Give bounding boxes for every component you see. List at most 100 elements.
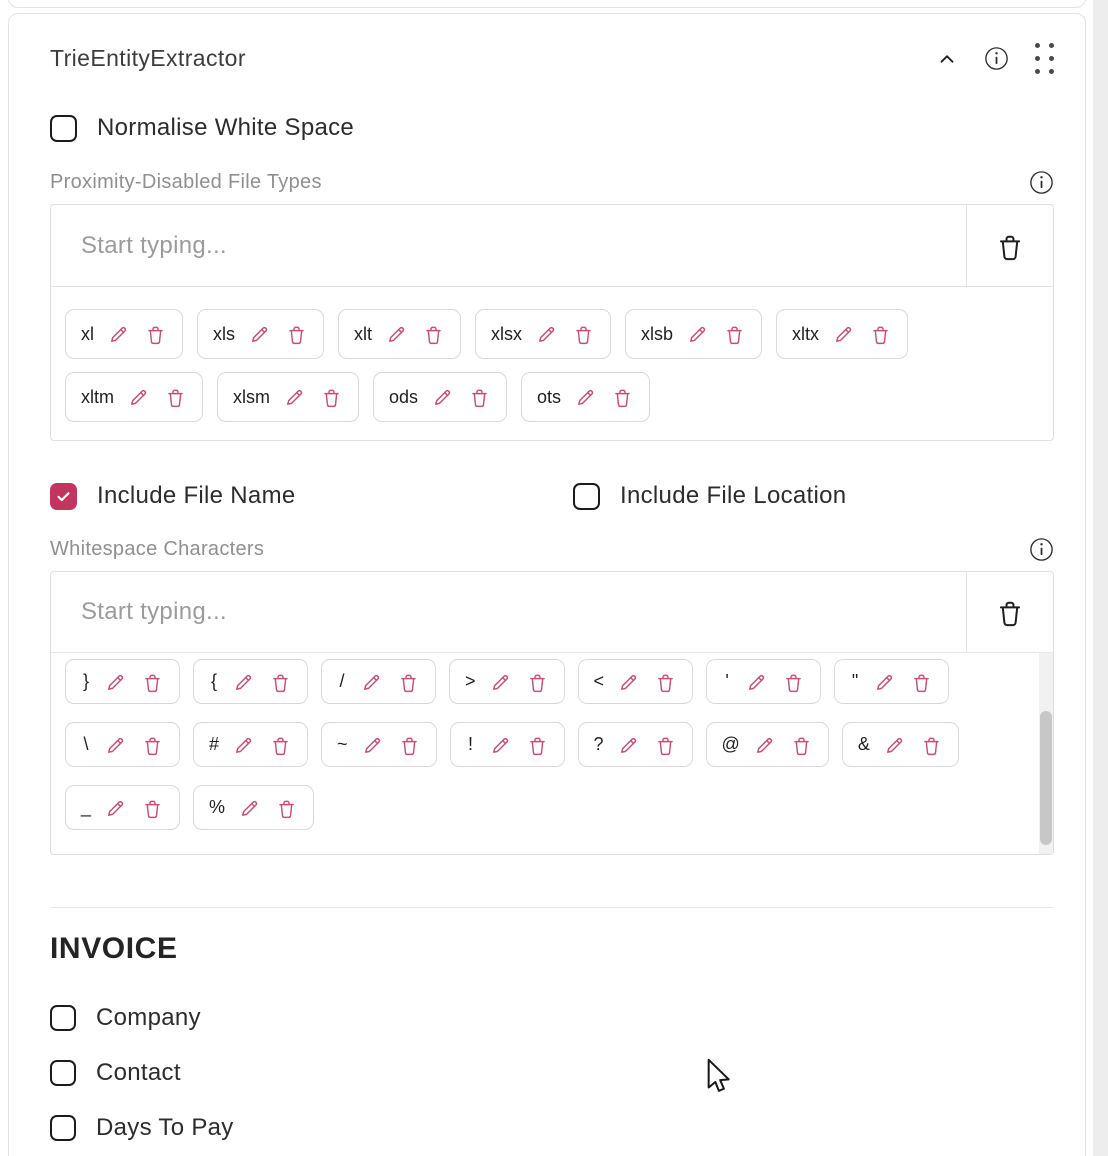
include-options-row: Include File Name Include File Location [50,482,1054,510]
edit-tag-pencil-icon[interactable] [686,322,710,346]
edit-tag-pencil-icon[interactable] [873,670,897,694]
tag-label: @ [722,734,740,755]
edit-tag-pencil-icon[interactable] [489,670,513,694]
edit-tag-pencil-icon[interactable] [360,670,384,694]
edit-tag-pencil-icon[interactable] [104,796,128,820]
edit-tag-pencil-icon[interactable] [232,670,256,694]
edit-tag-pencil-icon[interactable] [574,385,598,409]
delete-tag-trash-icon[interactable] [782,670,805,694]
include-file-name-row[interactable]: Include File Name [50,482,573,510]
tag-chip: ots [521,372,650,422]
invoice-checkbox[interactable] [50,1060,76,1086]
edit-tag-pencil-icon[interactable] [361,733,385,757]
tag-label: ! [466,734,476,755]
edit-tag-pencil-icon[interactable] [832,322,856,346]
file-types-tag-editor: xl xls [50,204,1054,441]
tag-chip: < [578,659,694,704]
edit-tag-pencil-icon[interactable] [248,322,272,346]
whitespace-input-row [51,572,1053,653]
delete-tag-trash-icon[interactable] [790,733,813,757]
delete-tag-trash-icon[interactable] [920,733,943,757]
edit-tag-pencil-icon[interactable] [238,796,262,820]
delete-tag-trash-icon[interactable] [468,385,491,409]
delete-tag-trash-icon[interactable] [269,733,292,757]
drag-handle-icon[interactable] [1035,43,1054,74]
delete-tag-trash-icon[interactable] [144,322,167,346]
edit-tag-pencil-icon[interactable] [617,670,641,694]
delete-tag-trash-icon[interactable] [654,670,677,694]
edit-tag-pencil-icon[interactable] [283,385,307,409]
tag-chip: % [193,785,314,830]
delete-tag-trash-icon[interactable] [526,670,549,694]
normalise-white-space-row[interactable]: Normalise White Space [50,114,1054,142]
include-file-name-checkbox[interactable] [50,483,77,510]
delete-tag-trash-icon[interactable] [910,670,933,694]
edit-tag-pencil-icon[interactable] [104,670,128,694]
edit-tag-pencil-icon[interactable] [431,385,455,409]
page-scrollbar[interactable] [1093,0,1108,1156]
edit-tag-pencil-icon[interactable] [127,385,151,409]
whitespace-tag-scroll-area: } { [51,653,1053,854]
delete-tag-trash-icon[interactable] [397,670,420,694]
tag-chip: > [449,659,565,704]
invoice-checkbox[interactable] [50,1115,76,1141]
tag-label: xlt [354,324,372,345]
tag-label: \ [81,734,91,755]
delete-tag-trash-icon[interactable] [654,733,677,757]
delete-tag-trash-icon[interactable] [422,322,445,346]
invoice-checkbox-row[interactable]: Days To Pay [50,1114,1054,1142]
edit-tag-pencil-icon[interactable] [753,733,777,757]
tag-label: ods [389,387,418,408]
delete-tag-trash-icon[interactable] [611,385,634,409]
delete-tag-trash-icon[interactable] [723,322,746,346]
delete-tag-trash-icon[interactable] [164,385,187,409]
tag-chip: & [842,722,959,767]
tag-label: _ [81,797,91,818]
delete-tag-trash-icon[interactable] [141,670,164,694]
delete-tag-trash-icon[interactable] [275,796,298,820]
tag-label: xlsx [491,324,522,345]
edit-tag-pencil-icon[interactable] [745,670,769,694]
delete-tag-trash-icon[interactable] [269,670,292,694]
tag-label: # [209,734,219,755]
edit-tag-pencil-icon[interactable] [535,322,559,346]
delete-tag-trash-icon[interactable] [320,385,343,409]
delete-tag-trash-icon[interactable] [285,322,308,346]
edit-tag-pencil-icon[interactable] [489,733,513,757]
collapse-chevron-icon[interactable] [936,48,958,70]
tag-chip: } [65,659,180,704]
tag-chip: " [834,659,949,704]
invoice-checkbox-row[interactable]: Contact [50,1059,1054,1087]
whitespace-input[interactable] [51,572,966,652]
whitespace-scrollbar-track[interactable] [1039,653,1053,854]
file-types-info-icon[interactable] [1029,170,1054,195]
whitespace-info-icon[interactable] [1029,537,1054,562]
edit-tag-pencil-icon[interactable] [883,733,907,757]
delete-tag-trash-icon[interactable] [869,322,892,346]
tag-chip: ods [373,372,507,422]
file-types-clear-all-trash-icon[interactable] [966,205,1053,286]
delete-tag-trash-icon[interactable] [141,796,164,820]
delete-tag-trash-icon[interactable] [572,322,595,346]
include-file-location-checkbox[interactable] [573,483,600,510]
edit-tag-pencil-icon[interactable] [107,322,131,346]
delete-tag-trash-icon[interactable] [398,733,421,757]
whitespace-scrollbar-thumb[interactable] [1040,711,1052,845]
panel-info-icon[interactable] [984,46,1009,71]
whitespace-label: Whitespace Characters [50,538,264,561]
edit-tag-pencil-icon[interactable] [104,733,128,757]
delete-tag-trash-icon[interactable] [526,733,549,757]
file-types-input[interactable] [51,205,966,286]
invoice-checkbox[interactable] [50,1005,76,1031]
edit-tag-pencil-icon[interactable] [232,733,256,757]
edit-tag-pencil-icon[interactable] [385,322,409,346]
normalise-white-space-checkbox[interactable] [50,115,77,142]
include-file-location-row[interactable]: Include File Location [573,482,846,510]
edit-tag-pencil-icon[interactable] [617,733,641,757]
tag-label: ~ [337,734,348,755]
invoice-section-heading: INVOICE [50,932,1054,966]
section-divider [50,907,1054,908]
delete-tag-trash-icon[interactable] [141,733,164,757]
invoice-checkbox-row[interactable]: Company [50,1004,1054,1032]
whitespace-clear-all-trash-icon[interactable] [966,572,1053,652]
